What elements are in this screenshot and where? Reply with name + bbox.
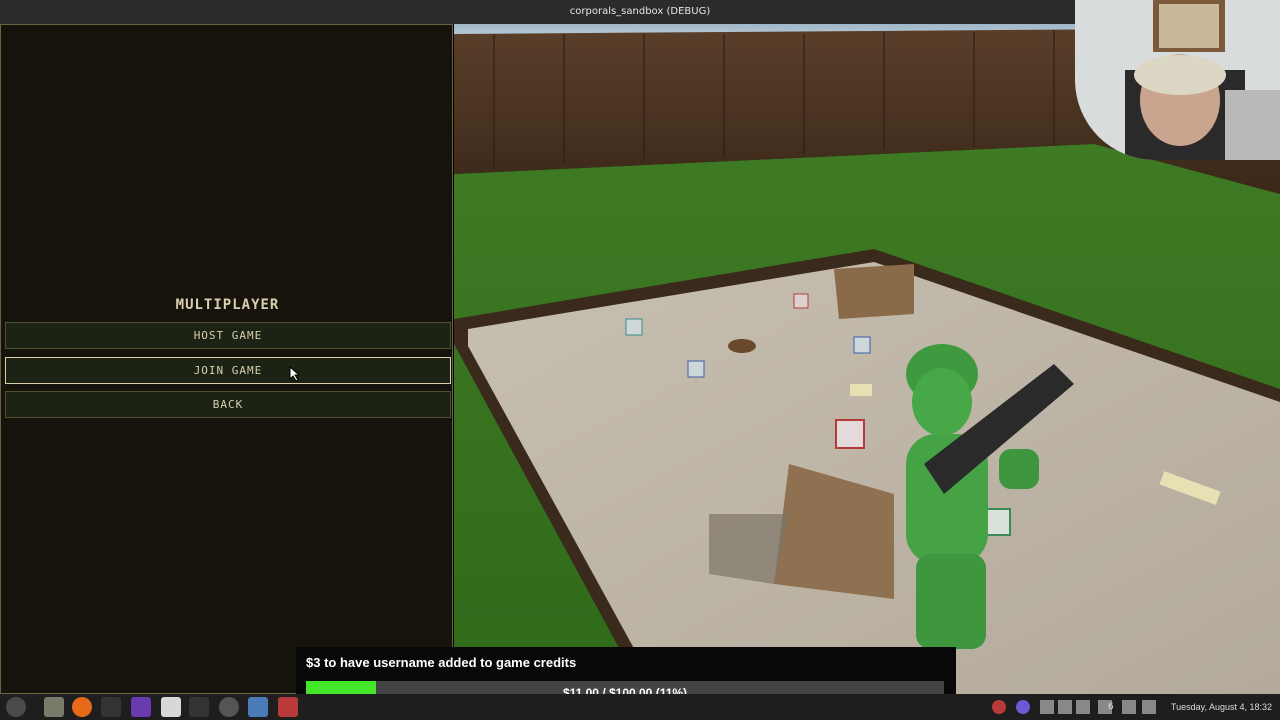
webcam-overlay xyxy=(1075,0,1280,160)
app-icon[interactable] xyxy=(278,697,298,717)
menu-title: MULTIPLAYER xyxy=(175,297,280,313)
mouse-cursor-icon xyxy=(289,366,301,382)
text-editor-icon[interactable] xyxy=(161,697,181,717)
toy-block xyxy=(835,419,865,449)
cardboard-box-far xyxy=(834,264,914,319)
tray-vpn-icon[interactable] xyxy=(1040,700,1054,714)
toy-block xyxy=(793,293,809,309)
wifi-icon[interactable] xyxy=(1122,700,1136,714)
toy-block xyxy=(850,384,872,396)
terminal-icon[interactable] xyxy=(101,697,121,717)
multiplayer-menu-panel: MULTIPLAYER HOST GAME JOIN GAME BACK xyxy=(0,24,453,694)
volume-icon[interactable] xyxy=(1142,700,1156,714)
host-game-button[interactable]: HOST GAME xyxy=(5,322,451,349)
tray-app-icon[interactable] xyxy=(992,700,1006,714)
toy-block xyxy=(625,318,643,336)
obs-icon[interactable] xyxy=(219,697,239,717)
tray-discord-icon[interactable] xyxy=(1016,700,1030,714)
back-button[interactable]: BACK xyxy=(5,391,451,418)
files-icon[interactable] xyxy=(44,697,64,717)
tray-shield-icon[interactable] xyxy=(1076,700,1090,714)
donation-message: $3 to have username added to game credit… xyxy=(306,655,577,670)
terminal2-icon[interactable] xyxy=(189,697,209,717)
toy-block xyxy=(687,360,705,378)
toy-block xyxy=(853,336,871,354)
taskbar: 6 Tuesday, August 4, 18:32 xyxy=(0,694,1280,720)
obsidian-icon[interactable] xyxy=(131,697,151,717)
toy-dog xyxy=(728,339,756,353)
streamer-video xyxy=(1075,0,1280,160)
menu-icon[interactable] xyxy=(6,697,26,717)
join-game-button[interactable]: JOIN GAME xyxy=(5,357,451,384)
tray-clipboard-icon[interactable] xyxy=(1058,700,1072,714)
window-title: corporals_sandbox (DEBUG) xyxy=(569,6,711,17)
tray-update-count: 6 xyxy=(1108,702,1114,712)
clock[interactable]: Tuesday, August 4, 18:32 xyxy=(1171,694,1272,720)
firefox-icon[interactable] xyxy=(72,697,92,717)
godot-icon[interactable] xyxy=(248,697,268,717)
